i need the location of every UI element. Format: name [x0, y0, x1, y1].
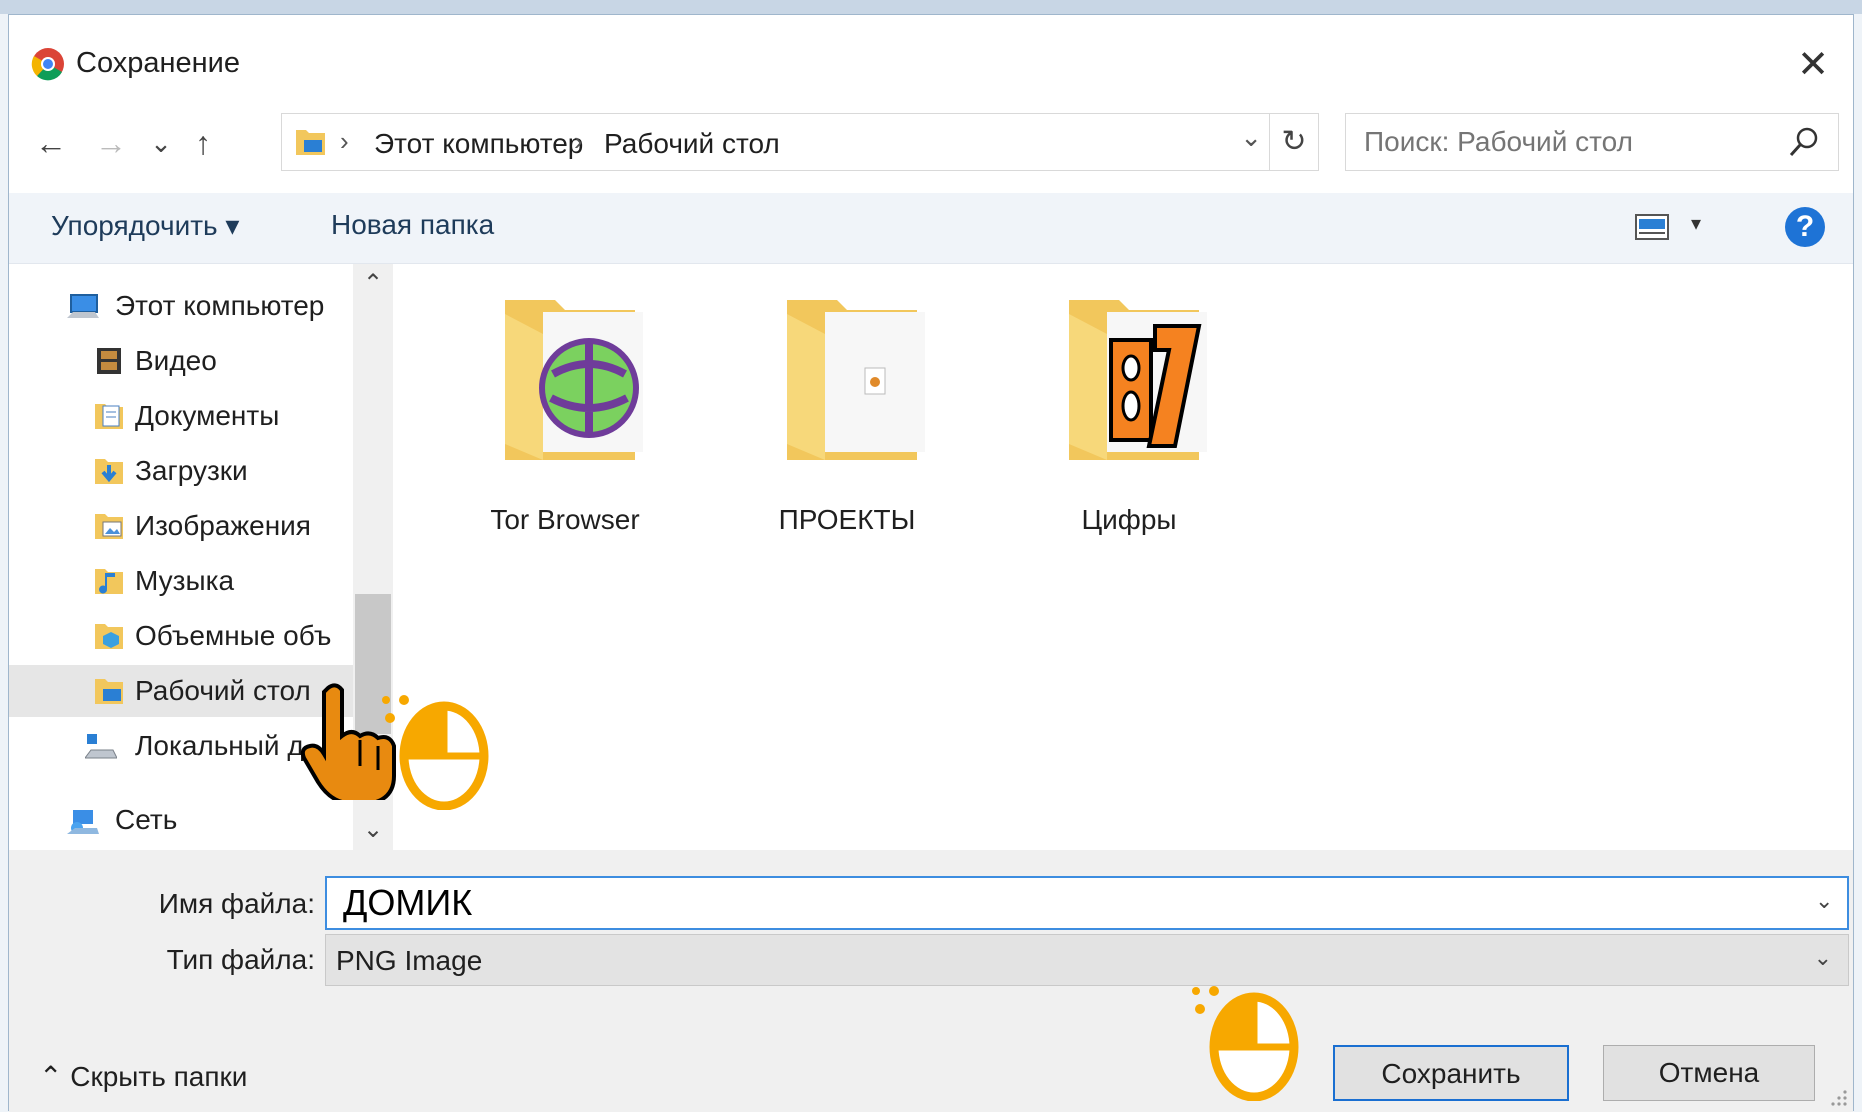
tree-item-this-pc[interactable]: Этот компьютер — [9, 280, 353, 332]
computer-icon — [67, 294, 99, 318]
close-button[interactable]: ✕ — [1791, 43, 1835, 87]
tree-item-network[interactable]: Сеть — [9, 794, 353, 846]
tree-item-video[interactable]: Видео — [9, 335, 353, 387]
file-name-dropdown-icon[interactable]: ⌄ — [1815, 888, 1833, 914]
downloads-folder-icon — [95, 459, 123, 484]
documents-folder-icon — [95, 404, 123, 429]
network-icon — [67, 810, 99, 834]
folder-icon — [787, 300, 925, 460]
tree-item-label: Загрузки — [135, 455, 248, 486]
file-type-select[interactable]: PNG Image ⌄ — [325, 934, 1849, 986]
pictures-folder-icon — [95, 514, 123, 539]
tree-item-label: Изображения — [135, 510, 311, 541]
file-type-dropdown-icon[interactable]: ⌄ — [1814, 945, 1832, 971]
file-item-name: Цифры — [1081, 504, 1177, 535]
tree-item-label: Объемные объ — [135, 620, 332, 651]
tree-item-documents[interactable]: Документы — [9, 390, 353, 442]
save-dialog: Сохранение ✕ ← → ⌄ ↑ › Этот компьютер › … — [8, 14, 1854, 1112]
video-folder-icon — [97, 348, 121, 374]
view-options-icon[interactable] — [1635, 213, 1669, 241]
breadcrumb-separator: › — [340, 126, 349, 156]
view-dropdown-icon[interactable]: ▾ — [1691, 211, 1701, 236]
chrome-icon — [31, 48, 64, 81]
tree-item-label: Видео — [135, 345, 217, 376]
file-item-tor-browser[interactable]: Tor Browser — [455, 294, 675, 535]
back-button[interactable]: ← — [29, 120, 73, 166]
tree-item-downloads[interactable]: Загрузки — [9, 445, 353, 497]
title-bar: Сохранение ✕ — [9, 15, 1853, 95]
3d-objects-folder-icon — [95, 624, 123, 649]
desktop-folder-icon — [95, 679, 123, 704]
file-list-area: Tor Browser ПРОЕКТЫ Цифры — [393, 264, 1853, 850]
address-dropdown-icon[interactable]: ⌄ — [1240, 122, 1262, 153]
tree-item-label: Музыка — [135, 565, 235, 596]
save-button[interactable]: Сохранить — [1333, 1045, 1569, 1101]
organize-button[interactable]: Упорядочить ▾ — [51, 209, 239, 242]
tree-item-pictures[interactable]: Изображения — [9, 500, 353, 552]
local-disk-icon — [85, 734, 117, 759]
breadcrumb-desktop[interactable]: Рабочий стол — [604, 128, 780, 160]
tree-item-music[interactable]: Музыка — [9, 555, 353, 607]
resize-grip-icon[interactable] — [1829, 1088, 1849, 1108]
file-item-name: Tor Browser — [490, 504, 640, 535]
dialog-title: Сохранение — [76, 47, 240, 79]
window-top-strip — [0, 0, 1862, 14]
breadcrumb-this-pc[interactable]: Этот компьютер — [374, 128, 583, 160]
hide-folders-button[interactable]: ⌃ Скрыть папки — [39, 1060, 247, 1093]
recent-locations-button[interactable]: ⌄ — [139, 120, 183, 166]
scroll-up-arrow-icon[interactable]: ⌃ — [353, 264, 393, 304]
music-folder-icon — [95, 569, 123, 594]
tree-item-label: Локальный д — [135, 730, 304, 761]
tree-item-3d-objects[interactable]: Объемные объ — [9, 610, 353, 662]
file-name-label: Имя файла: — [158, 888, 315, 919]
breadcrumb-separator: › — [574, 126, 583, 156]
up-button[interactable]: ↑ — [181, 120, 225, 166]
tor-browser-folder-icon — [505, 300, 643, 460]
new-folder-button[interactable]: Новая папка — [331, 209, 494, 241]
search-input[interactable] — [1345, 113, 1839, 171]
file-item-name: ПРОЕКТЫ — [778, 504, 916, 535]
left-click-mouse-icon — [382, 695, 489, 810]
desktop-folder-icon — [296, 130, 325, 155]
file-item-projects[interactable]: ПРОЕКТЫ — [737, 294, 957, 535]
tree-item-label: Сеть — [115, 804, 178, 835]
numbers-folder-icon — [1069, 300, 1207, 460]
file-item-numbers[interactable]: Цифры — [1019, 294, 1239, 535]
search-icon[interactable] — [1787, 125, 1821, 159]
forward-button[interactable]: → — [89, 120, 133, 166]
cancel-button[interactable]: Отмена — [1603, 1045, 1815, 1101]
file-type-value: PNG Image — [336, 945, 483, 976]
refresh-button[interactable]: ↻ — [1269, 114, 1318, 170]
help-icon[interactable]: ? — [1785, 207, 1825, 247]
left-click-mouse-icon — [1192, 986, 1299, 1101]
tree-item-label: Документы — [135, 400, 280, 431]
address-bar[interactable]: › Этот компьютер › Рабочий стол ⌄ ↻ — [281, 113, 1319, 171]
command-toolbar: Упорядочить ▾ Новая папка ▾ ? — [9, 193, 1853, 264]
scroll-down-arrow-icon[interactable]: ⌄ — [353, 810, 393, 850]
file-name-input[interactable] — [325, 876, 1849, 930]
save-form-panel: Имя файла: ⌄ Тип файла: PNG Image ⌄ ⌃ Ск… — [9, 850, 1853, 1112]
file-type-label: Тип файла: — [166, 944, 315, 975]
tree-item-label: Этот компьютер — [115, 290, 325, 321]
tree-item-label: Рабочий стол — [135, 675, 311, 706]
